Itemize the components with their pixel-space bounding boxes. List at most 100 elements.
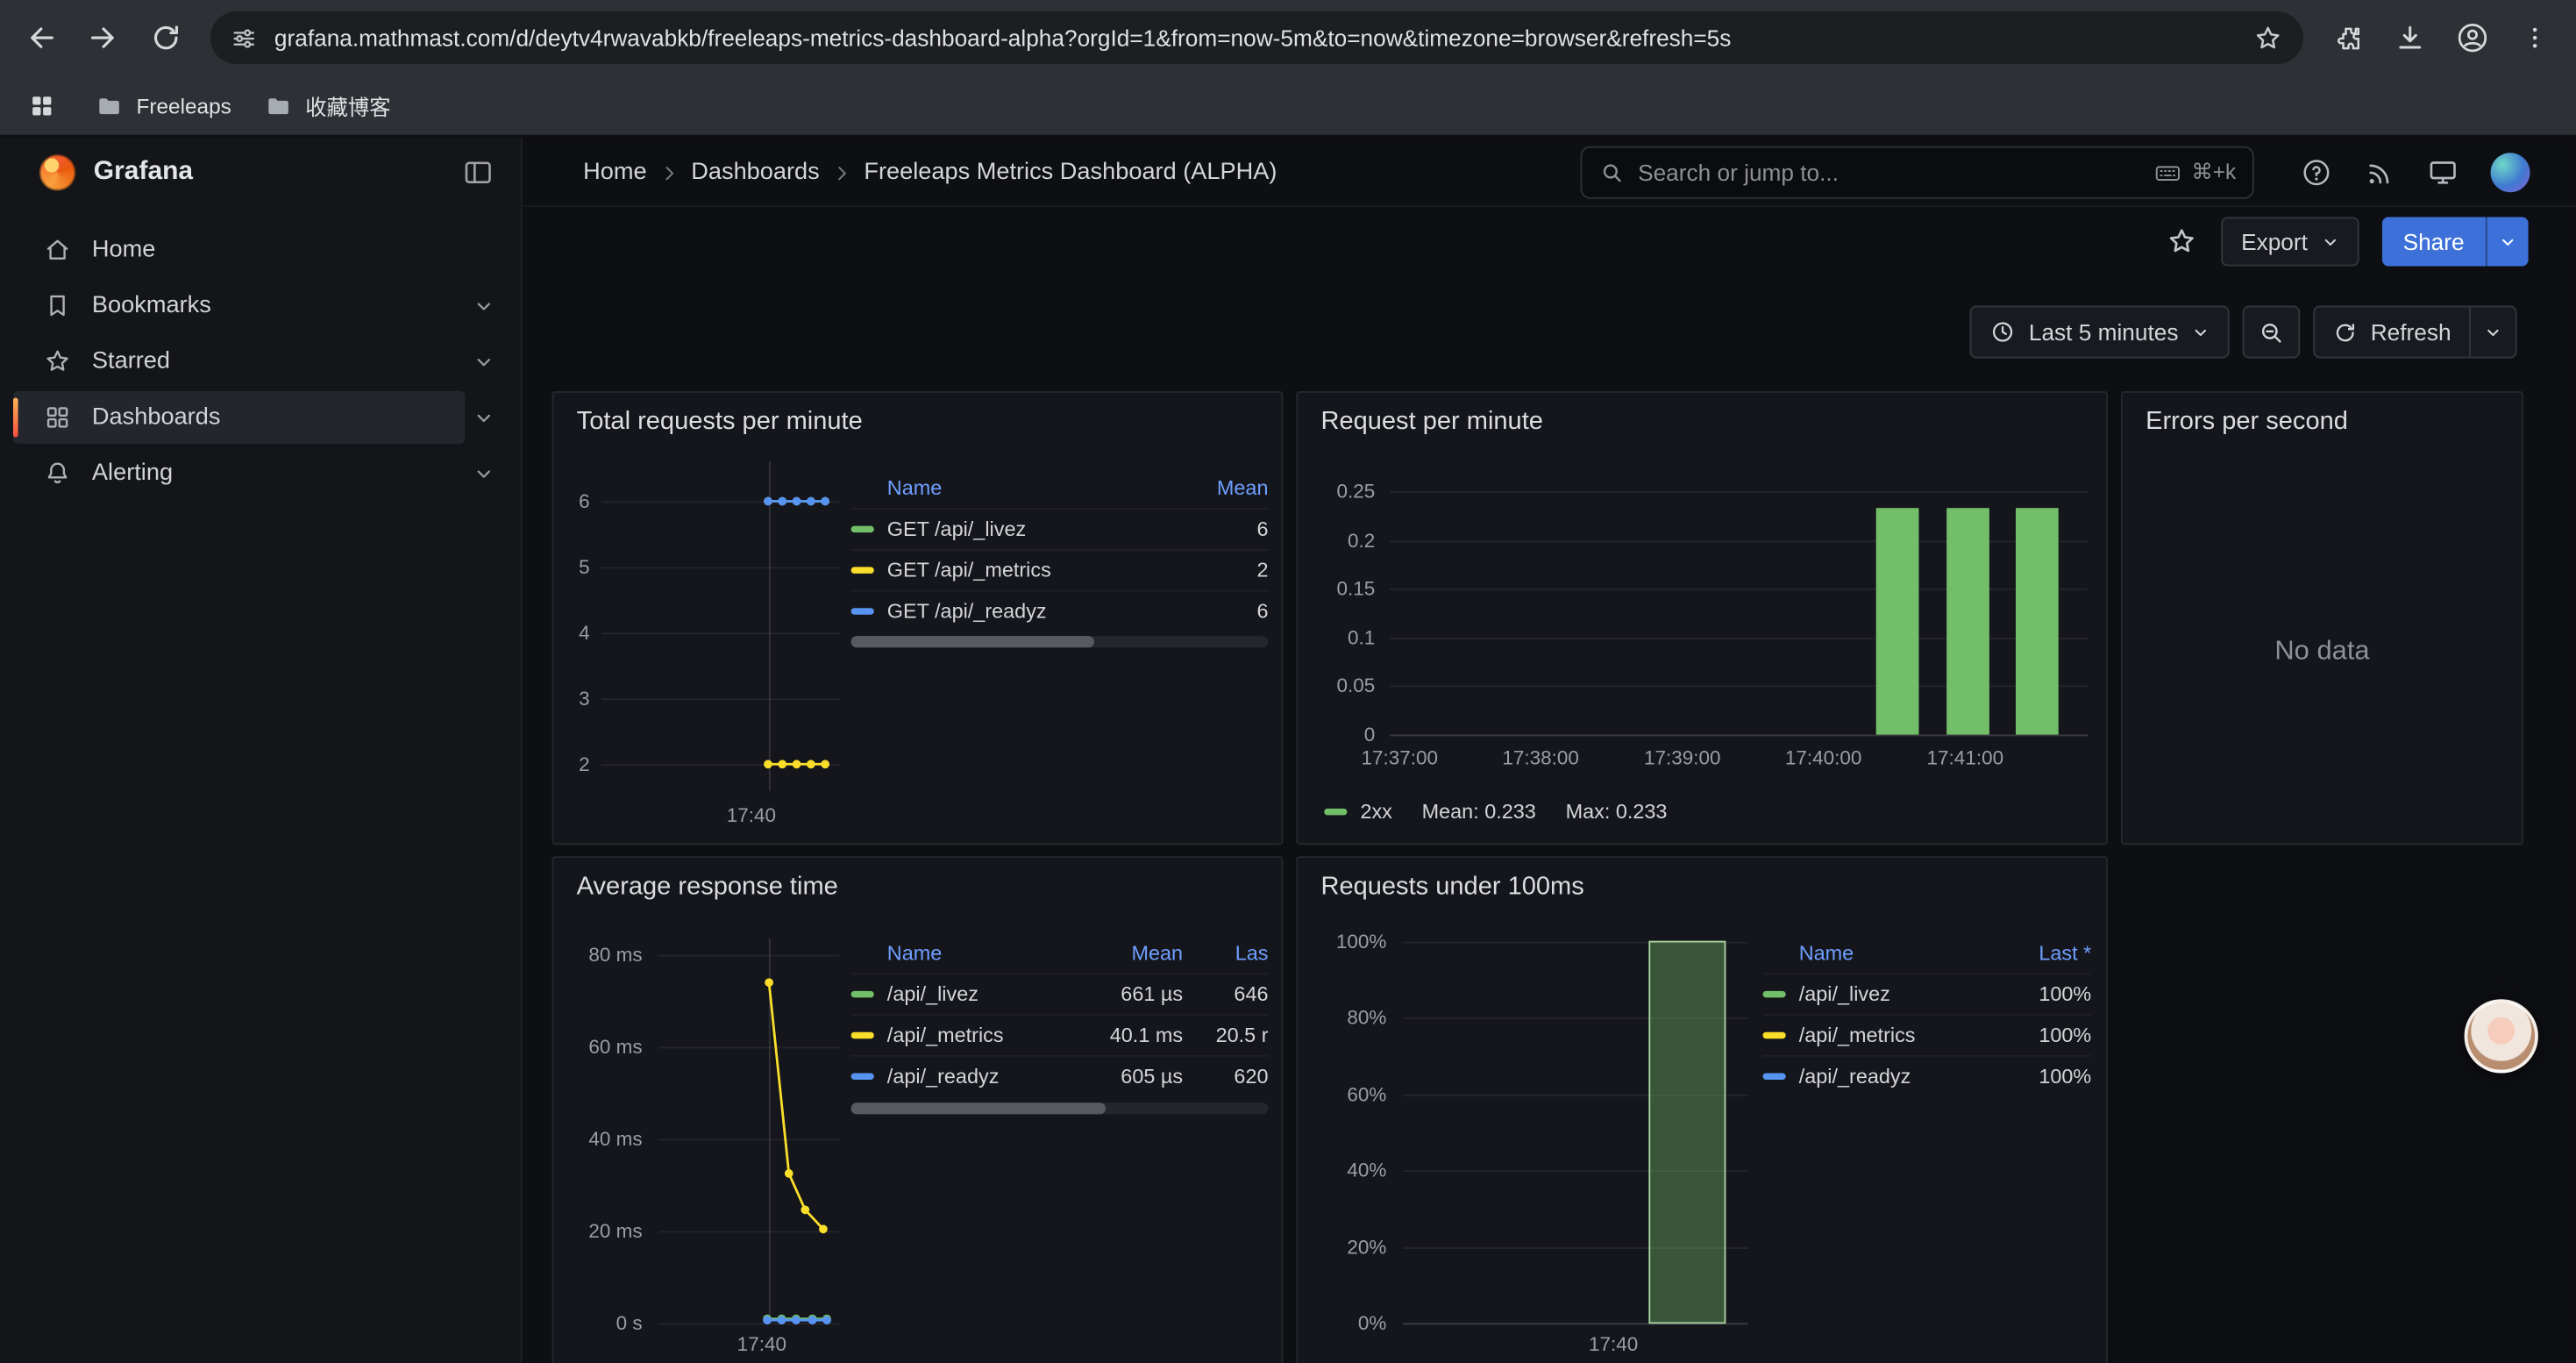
series-toggle[interactable]: GET /api/_livez: [851, 517, 1171, 540]
y-tick: 0.05: [1337, 674, 1376, 697]
refresh-button[interactable]: Refresh: [2313, 306, 2471, 359]
refresh-interval-button[interactable]: [2471, 306, 2516, 359]
legend-sort-name[interactable]: Name: [851, 476, 1171, 499]
share-menu-button[interactable]: [2486, 217, 2529, 266]
panel-title[interactable]: Average response time: [553, 858, 1281, 903]
legend-sort-name[interactable]: Name: [851, 942, 1078, 965]
news-button[interactable]: [2364, 157, 2395, 189]
series-toggle[interactable]: GET /api/_metrics: [851, 559, 1171, 582]
bookmark-star-icon[interactable]: [2252, 22, 2284, 54]
panel-title[interactable]: Requests under 100ms: [1298, 858, 2106, 903]
profile-icon: [2454, 19, 2490, 55]
tv-mode-button[interactable]: [2426, 156, 2459, 189]
series-color-icon: [851, 567, 874, 573]
panel-requests-under-100ms: Requests under 100ms 100% 80% 60% 40% 20…: [1296, 856, 2108, 1363]
y-tick: 3: [579, 687, 590, 710]
scrollbar-thumb[interactable]: [851, 1103, 1106, 1114]
reload-button[interactable]: [138, 10, 194, 66]
breadcrumb-home[interactable]: Home: [583, 160, 646, 186]
x-axis: 17:40: [658, 1333, 839, 1359]
back-button[interactable]: [13, 10, 69, 66]
y-tick: 0.25: [1337, 480, 1376, 503]
y-tick: 0 s: [616, 1311, 643, 1334]
bookmark-folder-blogs[interactable]: 收藏博客: [248, 82, 408, 128]
export-button[interactable]: Export: [2222, 217, 2359, 266]
series-color-icon: [851, 608, 874, 614]
browser-menu-button[interactable]: [2507, 10, 2563, 66]
chevron-down-icon[interactable]: [473, 295, 495, 316]
sidebar-item-home[interactable]: Home: [0, 222, 521, 278]
series-last: 100%: [1993, 982, 2091, 1005]
forward-button[interactable]: [75, 10, 132, 66]
search-input[interactable]: [1638, 160, 2153, 186]
sidebar-item-dashboards[interactable]: Dashboards: [0, 389, 521, 446]
series-toggle[interactable]: /api/_readyz: [1763, 1065, 1993, 1088]
series-toggle[interactable]: /api/_readyz: [851, 1065, 1078, 1088]
share-button[interactable]: Share: [2381, 217, 2486, 266]
sidebar-item-bookmarks[interactable]: Bookmarks: [0, 278, 521, 334]
caret-down-icon: [2191, 323, 2210, 341]
chevron-down-icon[interactable]: [473, 462, 495, 483]
grafana-logo[interactable]: [39, 154, 75, 190]
legend-sort-mean[interactable]: Mean: [1078, 942, 1183, 965]
favorite-dashboard-button[interactable]: [2166, 225, 2198, 258]
series-name: /api/_livez: [1799, 982, 1890, 1005]
reload-icon: [150, 21, 182, 54]
profile-button[interactable]: [2444, 10, 2501, 66]
bookmark-folder-freeleaps[interactable]: Freeleaps: [79, 82, 248, 128]
assistant-avatar-button[interactable]: [2465, 999, 2538, 1073]
panel-title[interactable]: Total requests per minute: [553, 393, 1281, 438]
series-toggle[interactable]: /api/_metrics: [851, 1024, 1078, 1046]
scrollbar-thumb[interactable]: [851, 636, 1094, 647]
series-toggle[interactable]: /api/_livez: [1763, 982, 1993, 1005]
series-mean: 40.1 ms: [1078, 1024, 1183, 1046]
downloads-button[interactable]: [2382, 10, 2438, 66]
series-toggle[interactable]: /api/_metrics: [1763, 1024, 1993, 1046]
apps-shortcut-button[interactable]: [17, 81, 66, 130]
breadcrumb-dashboards[interactable]: Dashboards: [691, 160, 820, 186]
legend-sort-last[interactable]: Last *: [1993, 942, 2091, 965]
sidebar-item-alerting[interactable]: Alerting: [0, 446, 521, 502]
site-settings-icon[interactable]: [230, 24, 258, 52]
series-toggle[interactable]: /api/_livez: [851, 982, 1078, 1005]
legend-scrollbar[interactable]: [851, 1103, 1269, 1114]
legend-sort-last[interactable]: Las: [1183, 942, 1268, 965]
legend-sort-mean[interactable]: Mean: [1170, 476, 1268, 499]
extensions-button[interactable]: [2320, 10, 2376, 66]
panel-title[interactable]: Errors per second: [2123, 393, 2522, 438]
help-button[interactable]: [2300, 156, 2332, 189]
bookmarks-bar: Freeleaps 收藏博客: [0, 75, 2576, 136]
y-axis: 0.25 0.2 0.15 0.1 0.05 0: [1298, 475, 1375, 735]
series-toggle[interactable]: GET /api/_readyz: [851, 600, 1171, 623]
toolbar-right: [2320, 10, 2563, 66]
share-label: Share: [2403, 228, 2465, 254]
series-mean: Mean: 0.233: [1422, 801, 1536, 824]
refresh-split-button: Refresh: [2313, 306, 2516, 359]
y-tick: 20%: [1347, 1235, 1386, 1258]
series-last: 20.5 r: [1183, 1024, 1268, 1046]
address-bar[interactable]: grafana.mathmast.com/d/deytv4rwavabkb/fr…: [210, 11, 2303, 64]
y-tick: 0.2: [1348, 529, 1375, 552]
panel-total-requests: Total requests per minute 6 5 4 3 2 17:4…: [552, 391, 1284, 845]
chevron-down-icon[interactable]: [473, 351, 495, 372]
series-toggle[interactable]: 2xx: [1360, 801, 1391, 824]
series-color-icon: [1763, 1032, 1786, 1038]
y-tick: 2: [579, 753, 590, 775]
user-avatar[interactable]: [2491, 153, 2530, 192]
panel-title[interactable]: Request per minute: [1298, 393, 2106, 438]
legend-scrollbar[interactable]: [851, 636, 1269, 647]
apps-grid-icon: [27, 91, 55, 119]
legend-sort-name[interactable]: Name: [1763, 942, 1993, 965]
sidebar-toggle-button[interactable]: [462, 156, 495, 189]
legend-inline: 2xx Mean: 0.233 Max: 0.233: [1324, 801, 1667, 824]
url-text[interactable]: grafana.mathmast.com/d/deytv4rwavabkb/fr…: [274, 25, 2236, 51]
time-range-picker[interactable]: Last 5 minutes: [1969, 306, 2229, 359]
grafana-sidebar: Grafana Home Bookmarks Starred: [0, 138, 523, 1363]
puzzle-icon: [2332, 22, 2364, 54]
y-tick: 40 ms: [588, 1128, 642, 1151]
share-split-button: Share: [2381, 217, 2528, 266]
search-bar[interactable]: ⌘+k: [1581, 146, 2254, 199]
zoom-out-button[interactable]: [2243, 306, 2301, 359]
sidebar-item-starred[interactable]: Starred: [0, 333, 521, 389]
chevron-down-icon[interactable]: [473, 407, 495, 428]
